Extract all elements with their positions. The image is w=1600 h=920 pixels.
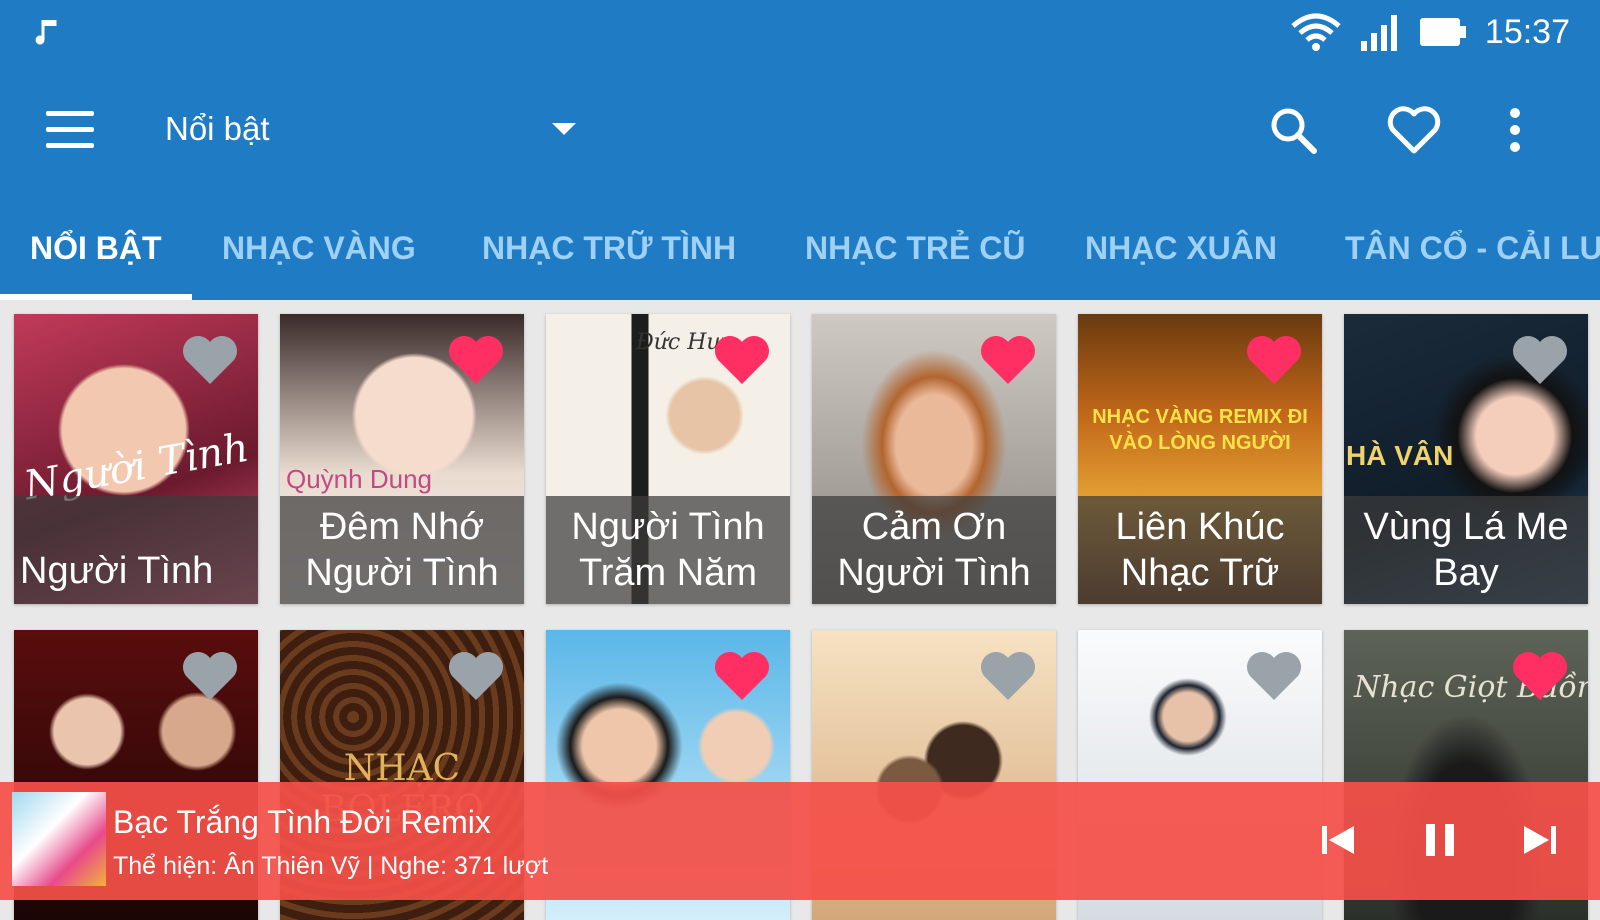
tab-noi-bat[interactable]: NỔI BẬT bbox=[30, 230, 162, 267]
signal-icon bbox=[1360, 15, 1397, 51]
album-card[interactable]: Người Tình Người Tình bbox=[14, 314, 258, 604]
app-toolbar: Nổi bật bbox=[0, 65, 1600, 200]
favorite-heart-icon[interactable] bbox=[1512, 334, 1568, 386]
cover-text: HÀ VÂN bbox=[1346, 440, 1454, 471]
status-icons: 15:37 bbox=[1291, 12, 1570, 52]
wifi-icon bbox=[1291, 13, 1341, 51]
tab-nhac-xuan[interactable]: NHẠC XUÂN bbox=[1085, 230, 1277, 267]
skip-previous-icon[interactable] bbox=[1318, 820, 1358, 860]
favorite-heart-icon[interactable] bbox=[980, 650, 1036, 702]
chevron-down-icon[interactable] bbox=[552, 123, 576, 135]
album-title: Người Tình bbox=[14, 496, 258, 604]
search-icon[interactable] bbox=[1268, 105, 1318, 155]
favorite-heart-icon[interactable] bbox=[714, 334, 770, 386]
clock: 15:37 bbox=[1484, 12, 1570, 51]
favorite-heart-icon[interactable] bbox=[1246, 334, 1302, 386]
album-title: Cảm Ơn Người Tình bbox=[812, 496, 1056, 604]
cover-text: Quỳnh Dung bbox=[286, 464, 432, 494]
music-note-icon bbox=[35, 20, 57, 45]
tab-tan-co-cai-luong[interactable]: TÂN CỔ - CẢI LU bbox=[1345, 230, 1600, 267]
tab-nhac-tru-tinh[interactable]: NHẠC TRỮ TÌNH bbox=[482, 230, 736, 267]
favorite-heart-icon[interactable] bbox=[1246, 650, 1302, 702]
category-tabs: NỔI BẬT NHẠC VÀNG NHẠC TRỮ TÌNH NHẠC TRẺ… bbox=[0, 200, 1600, 300]
album-title: Đêm Nhớ Người Tình bbox=[280, 496, 524, 604]
album-card[interactable]: Cảm Ơn Người Tình bbox=[812, 314, 1056, 604]
album-card[interactable]: Quỳnh Dung Đêm Nhớ Người Tình bbox=[280, 314, 524, 604]
pause-icon[interactable] bbox=[1420, 820, 1460, 860]
menu-icon[interactable] bbox=[44, 109, 96, 153]
cover-text: NHẠC VÀNG REMIX ĐI VÀO LÒNG NGƯỜI bbox=[1092, 406, 1308, 454]
skip-next-icon[interactable] bbox=[1520, 820, 1560, 860]
album-card[interactable]: NHẠC VÀNG REMIX ĐI VÀO LÒNG NGƯỜI Liên K… bbox=[1078, 314, 1322, 604]
status-bar: 15:37 bbox=[0, 0, 1600, 65]
now-playing-title: Bạc Trắng Tình Đời Remix bbox=[113, 804, 491, 840]
tab-nhac-vang[interactable]: NHẠC VÀNG bbox=[222, 230, 416, 267]
favorite-heart-icon[interactable] bbox=[448, 650, 504, 702]
page-title[interactable]: Nổi bật bbox=[165, 110, 270, 148]
album-card[interactable]: Đức Huy Người Tình Trăm Năm bbox=[546, 314, 790, 604]
favorite-heart-icon[interactable] bbox=[182, 334, 238, 386]
album-card[interactable]: HÀ VÂN Vùng Lá Me Bay bbox=[1344, 314, 1588, 604]
more-vert-icon[interactable] bbox=[1502, 105, 1528, 155]
now-playing-subtitle: Thể hiện: Ân Thiên Vỹ | Nghe: 371 lượt bbox=[113, 852, 549, 880]
tab-nhac-tre-cu[interactable]: NHẠC TRẺ CŨ bbox=[805, 230, 1025, 267]
now-playing-artwork[interactable] bbox=[12, 792, 106, 886]
favorite-heart-icon[interactable] bbox=[980, 334, 1036, 386]
heart-icon[interactable] bbox=[1387, 105, 1441, 155]
mini-player[interactable]: Bạc Trắng Tình Đời Remix Thể hiện: Ân Th… bbox=[0, 782, 1600, 900]
battery-icon bbox=[1419, 18, 1466, 46]
album-title: Người Tình Trăm Năm bbox=[546, 496, 790, 604]
favorite-heart-icon[interactable] bbox=[1512, 650, 1568, 702]
album-title: Liên Khúc Nhạc Trữ bbox=[1078, 496, 1322, 604]
album-title: Vùng Lá Me Bay bbox=[1344, 496, 1588, 604]
favorite-heart-icon[interactable] bbox=[448, 334, 504, 386]
favorite-heart-icon[interactable] bbox=[182, 650, 238, 702]
favorite-heart-icon[interactable] bbox=[714, 650, 770, 702]
